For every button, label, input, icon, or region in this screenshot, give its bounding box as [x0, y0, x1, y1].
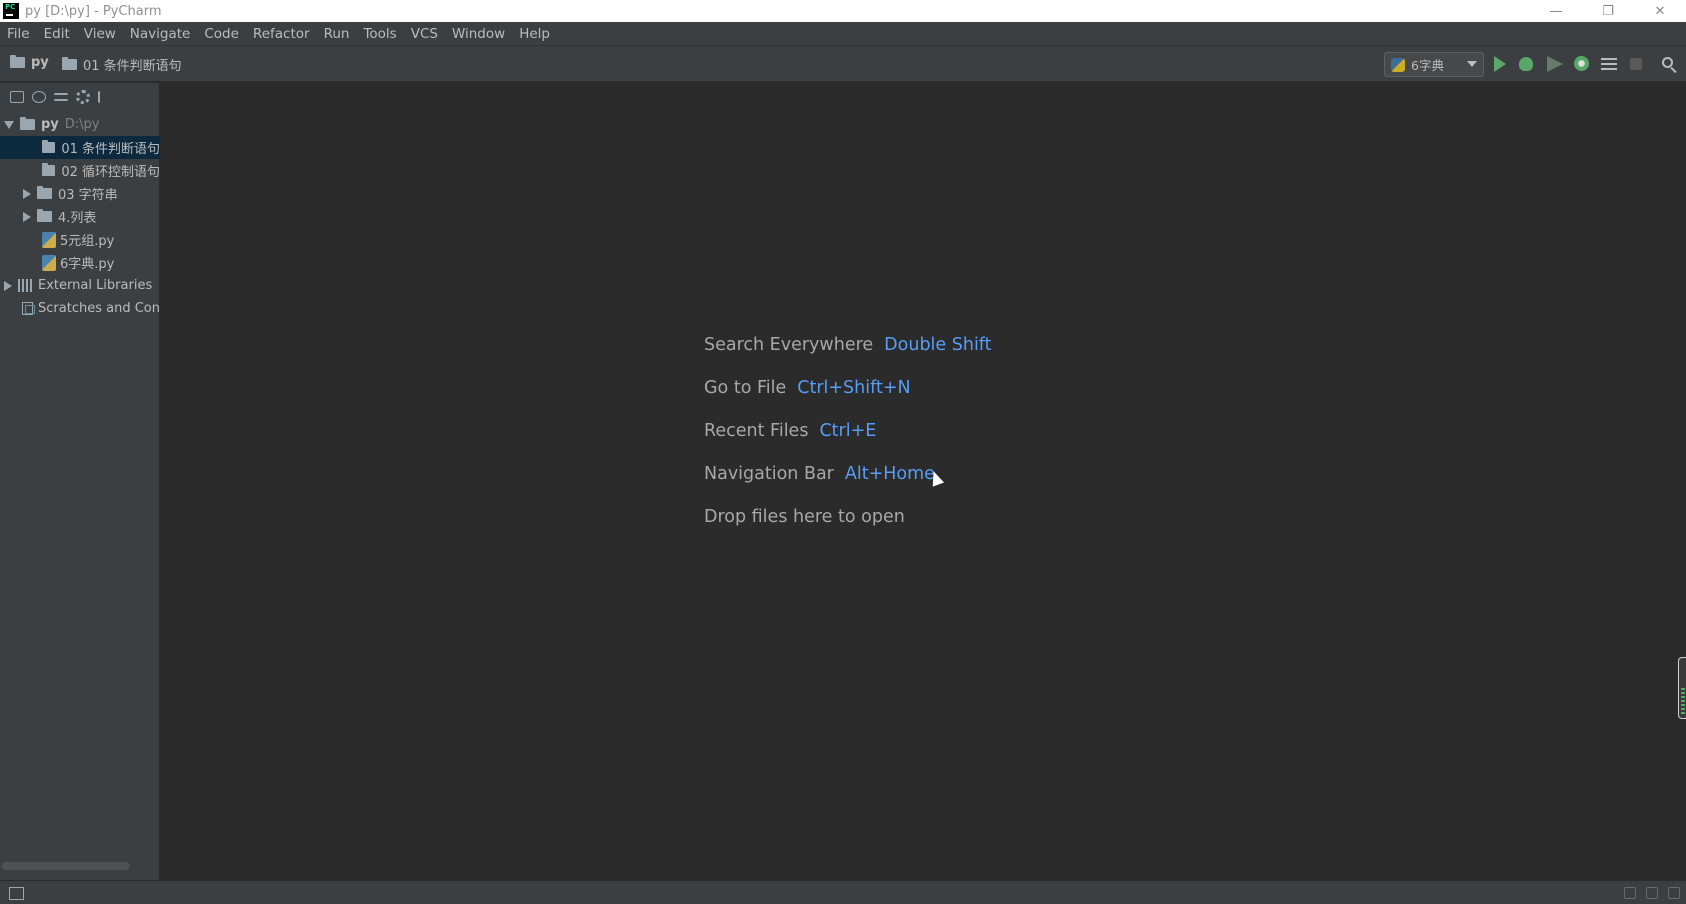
tree-root-label: py: [41, 117, 59, 132]
folder-icon: [37, 186, 52, 199]
breadcrumb-project-label: py: [31, 55, 49, 70]
horizontal-scrollbar[interactable]: [2, 862, 130, 870]
run-with-coverage-icon[interactable]: [1547, 56, 1563, 72]
tree-item-label: 01 条件判断语句: [61, 142, 160, 157]
library-icon: [18, 279, 33, 292]
hint-label: Recent Files: [704, 421, 809, 441]
folder-icon: [62, 57, 77, 70]
restore-button[interactable]: ❐: [1582, 0, 1634, 22]
python-file-icon: [42, 231, 56, 248]
tree-item-label: 4.列表: [58, 211, 97, 226]
tree-item-folder-03[interactable]: 03 字符串: [0, 182, 160, 205]
hint-shortcut[interactable]: Double Shift: [884, 335, 991, 355]
breadcrumb-project[interactable]: py: [10, 55, 49, 70]
tree-item-file-6[interactable]: 6字典.py: [0, 251, 160, 274]
status-bar-widgets: [1624, 887, 1680, 899]
debug-icon[interactable]: [1519, 57, 1533, 71]
scratches-icon: [22, 302, 36, 315]
project-toolbar: [0, 83, 159, 111]
tree-item-external-libraries[interactable]: External Libraries: [0, 274, 160, 297]
tree-item-file-5[interactable]: 5元组.py: [0, 228, 160, 251]
editor-area[interactable]: Search Everywhere Double Shift Go to Fil…: [161, 83, 1686, 880]
menu-view[interactable]: View: [77, 22, 123, 46]
menu-tools[interactable]: Tools: [356, 22, 403, 46]
hint-label: Search Everywhere: [704, 335, 874, 355]
expanded-arrow-icon: [4, 120, 14, 129]
tree-item-label: 5元组.py: [60, 234, 115, 249]
pycharm-logo-icon: [3, 3, 19, 19]
tree-item-label: External Libraries: [38, 278, 153, 293]
tree-item-label: 03 字符串: [58, 188, 118, 203]
tree-root-path: D:\py: [64, 117, 100, 132]
tree-item-label: 6字典.py: [60, 257, 115, 272]
chevron-down-icon: [1467, 61, 1477, 67]
window-controls: — ❐ ✕: [1530, 0, 1686, 22]
hint-drop-files: Drop files here to open: [704, 507, 905, 527]
tree-item-label: 02 循环控制语句: [61, 165, 160, 180]
collapsed-arrow-icon[interactable]: [23, 188, 31, 199]
gear-icon[interactable]: [76, 90, 90, 104]
side-scroll-marker[interactable]: [1678, 657, 1686, 719]
python-icon: [1391, 57, 1405, 72]
menu-edit[interactable]: Edit: [37, 22, 77, 46]
folder-icon: [20, 117, 35, 130]
project-panel: py D:\py 01 条件判断语句 02 循环控制语句 03 字符串 4.列表…: [0, 83, 160, 880]
hint-label: Navigation Bar: [704, 464, 834, 484]
profile-icon[interactable]: [1574, 56, 1589, 71]
close-button[interactable]: ✕: [1634, 0, 1686, 22]
tree-item-label: Scratches and Con: [38, 301, 160, 316]
tool-windows-toggle-icon[interactable]: [9, 887, 24, 900]
hint-label: Go to File: [704, 378, 787, 398]
window-title: py [D:\py] - PyCharm: [25, 3, 162, 19]
menu-help[interactable]: Help: [512, 22, 557, 46]
python-file-icon: [42, 254, 56, 271]
hint-navigation-bar: Navigation Bar Alt+Home: [704, 464, 935, 484]
hint-recent-files: Recent Files Ctrl+E: [704, 421, 876, 441]
run-configuration-label: 6字典: [1411, 58, 1444, 73]
tree-root[interactable]: py D:\py: [0, 113, 160, 136]
hint-go-to-file: Go to File Ctrl+Shift+N: [704, 378, 911, 398]
project-view-icon[interactable]: [10, 91, 24, 103]
menu-navigate[interactable]: Navigate: [123, 22, 198, 46]
folder-icon: [42, 140, 56, 153]
inspection-icon[interactable]: [1646, 887, 1658, 899]
collapsed-arrow-icon[interactable]: [23, 211, 31, 222]
event-log-icon[interactable]: [1668, 887, 1680, 899]
concurrency-diagram-icon[interactable]: [1601, 58, 1617, 71]
breadcrumb-folder[interactable]: 01 条件判断语句: [62, 55, 182, 74]
minimize-button[interactable]: —: [1530, 0, 1582, 22]
menu-vcs[interactable]: VCS: [404, 22, 445, 46]
folder-icon: [42, 163, 56, 176]
folder-icon: [37, 209, 52, 222]
menu-code[interactable]: Code: [197, 22, 246, 46]
collapse-all-icon[interactable]: [54, 93, 68, 101]
collapsed-arrow-icon[interactable]: [4, 280, 12, 291]
search-icon[interactable]: [1662, 57, 1673, 68]
tree-item-folder-01[interactable]: 01 条件判断语句: [0, 136, 160, 159]
folder-icon: [10, 55, 25, 68]
status-bar: [0, 880, 1686, 904]
locate-icon[interactable]: [32, 91, 46, 103]
drop-files-text: Drop files here to open: [704, 507, 905, 527]
tree-item-folder-04[interactable]: 4.列表: [0, 205, 160, 228]
hint-shortcut[interactable]: Ctrl+E: [819, 421, 876, 441]
menu-window[interactable]: Window: [445, 22, 512, 46]
menu-bar: File Edit View Navigate Code Refactor Ru…: [0, 22, 1686, 46]
run-icon[interactable]: [1494, 56, 1506, 72]
stop-icon[interactable]: [1630, 58, 1642, 70]
tree-item-folder-02[interactable]: 02 循环控制语句: [0, 159, 160, 182]
hint-shortcut[interactable]: Ctrl+Shift+N: [797, 378, 910, 398]
hide-panel-icon[interactable]: [98, 91, 108, 103]
menu-run[interactable]: Run: [317, 22, 357, 46]
lock-icon[interactable]: [1624, 887, 1636, 899]
menu-refactor[interactable]: Refactor: [246, 22, 317, 46]
run-configuration-select[interactable]: 6字典: [1384, 52, 1484, 77]
title-bar: py [D:\py] - PyCharm — ❐ ✕: [0, 0, 1686, 22]
breadcrumb-folder-label: 01 条件判断语句: [83, 59, 182, 74]
hint-search-everywhere: Search Everywhere Double Shift: [704, 335, 992, 355]
hint-shortcut[interactable]: Alt+Home: [845, 464, 935, 484]
menu-file[interactable]: File: [0, 22, 37, 46]
navigation-bar: py 01 条件判断语句 6字典: [0, 46, 1686, 82]
tree-item-scratches[interactable]: Scratches and Con: [0, 297, 160, 320]
